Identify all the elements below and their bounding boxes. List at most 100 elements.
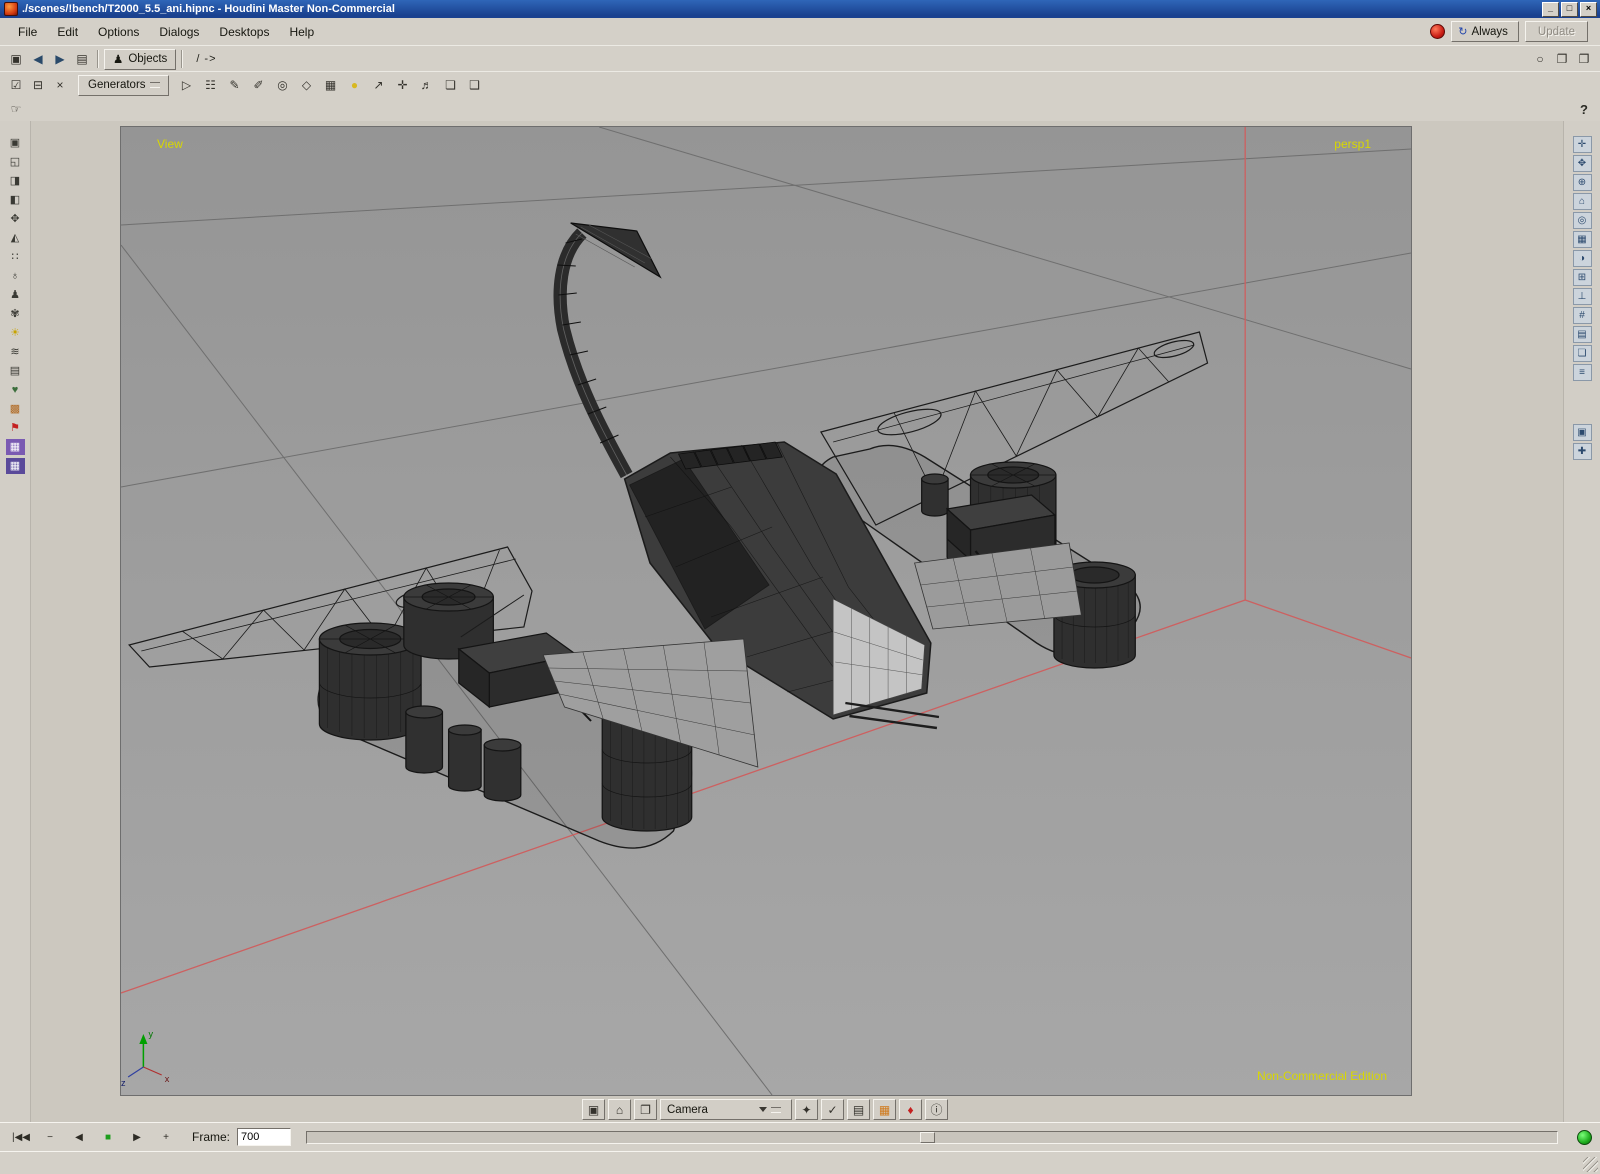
viewport-tool-icon[interactable]: ✛: [1572, 136, 1592, 153]
minimize-button[interactable]: _: [1542, 1, 1559, 17]
update-button[interactable]: Update: [1524, 21, 1588, 42]
left-tool-icon[interactable]: ♥: [6, 382, 25, 398]
viewport-tool-icon[interactable]: ▣: [1572, 424, 1592, 441]
tool-icon[interactable]: ✛: [393, 76, 413, 95]
left-tool-icon[interactable]: ♁: [6, 268, 25, 284]
tool-icon[interactable]: ▷: [177, 76, 197, 95]
timeline-slider[interactable]: [306, 1130, 1558, 1144]
camera-select[interactable]: Camera: [660, 1099, 792, 1120]
tool-icon[interactable]: ✐: [249, 76, 269, 95]
drag-handle[interactable]: [149, 82, 160, 88]
playback-button[interactable]: ▶: [124, 1128, 150, 1146]
maximize-button[interactable]: □: [1561, 1, 1578, 17]
tool-icon[interactable]: ▦: [321, 76, 341, 95]
left-tool-icon[interactable]: ✾: [6, 306, 25, 322]
tool-icon[interactable]: ♬: [417, 76, 437, 95]
display-option-icon[interactable]: ✓: [821, 1099, 844, 1120]
left-tool-icon[interactable]: ▦: [5, 438, 25, 455]
timeline-handle[interactable]: [919, 1131, 935, 1143]
window-titlebar[interactable]: ./scenes/!bench/T2000_5.5_ani.hipnc - Ho…: [0, 0, 1600, 18]
generators-dropdown[interactable]: Generators: [78, 74, 169, 96]
left-tool-icon[interactable]: ◧: [6, 192, 25, 208]
path-field[interactable]: / ->: [188, 53, 224, 65]
menu-item[interactable]: Desktops: [209, 22, 279, 42]
path-bar-icon[interactable]: ▣: [6, 50, 26, 69]
viewport-tool-icon[interactable]: ✥: [1572, 155, 1592, 172]
always-update-button[interactable]: ↻ Always: [1451, 21, 1519, 42]
viewport-tool-icon[interactable]: ❏: [1572, 345, 1592, 362]
viewport-tool-icon[interactable]: ⊞: [1572, 269, 1592, 286]
pane-control-icon[interactable]: ○: [1530, 50, 1550, 69]
close-button[interactable]: ×: [1580, 1, 1597, 17]
tool-icon[interactable]: ☷: [201, 76, 221, 95]
tool-icon[interactable]: ✎: [225, 76, 245, 95]
viewport-tool-icon[interactable]: ✚: [1572, 443, 1592, 460]
left-tool-icon[interactable]: ✥: [6, 211, 25, 227]
resize-grip[interactable]: [1583, 1157, 1598, 1172]
left-tool-icon[interactable]: ▣: [6, 135, 25, 151]
viewport-tool-icon[interactable]: ⌂: [1572, 193, 1592, 210]
viewport-canvas[interactable]: y x z: [121, 127, 1411, 1095]
menu-item[interactable]: File: [8, 22, 47, 42]
viewport-tool-icon[interactable]: ◎: [1572, 212, 1592, 229]
tool-icon[interactable]: ❑: [465, 76, 485, 95]
playback-button[interactable]: +: [153, 1128, 179, 1146]
axis-x-label: x: [165, 1074, 170, 1084]
tool-icon[interactable]: ●: [345, 76, 365, 95]
viewport-tool-icon[interactable]: ⊥: [1572, 288, 1592, 305]
left-tool-icon[interactable]: ☀: [6, 325, 25, 341]
left-tool-icon[interactable]: ≋: [6, 344, 25, 360]
playback-button[interactable]: ◀: [66, 1128, 92, 1146]
tool-icon[interactable]: ❏: [441, 76, 461, 95]
pane-control-icon[interactable]: ❐: [1574, 50, 1594, 69]
display-option-icon[interactable]: ✦: [795, 1099, 818, 1120]
display-option-icon[interactable]: ▤: [847, 1099, 870, 1120]
playback-button[interactable]: −: [37, 1128, 63, 1146]
left-tool-icon[interactable]: ⚑: [6, 420, 25, 436]
tool-icon[interactable]: ◇: [297, 76, 317, 95]
path-bar-icon[interactable]: ▤: [72, 50, 92, 69]
viewport-tool-icon[interactable]: #: [1572, 307, 1592, 324]
camera-bar-icon[interactable]: ⌂: [608, 1099, 631, 1120]
pan-hand-icon[interactable]: ☞: [6, 100, 26, 119]
viewport-tool-icon[interactable]: ▤: [1572, 326, 1592, 343]
left-tool-icon[interactable]: ▩: [6, 401, 25, 417]
menu-item[interactable]: Options: [88, 22, 149, 42]
viewport-tool-icon[interactable]: ⊕: [1572, 174, 1592, 191]
menu-item[interactable]: Dialogs: [149, 22, 209, 42]
viewport-tool-icon[interactable]: ▦: [1572, 231, 1592, 248]
camera-bar-icon[interactable]: ❐: [634, 1099, 657, 1120]
toolbar-mode-icon[interactable]: ×: [50, 76, 70, 95]
menu-item[interactable]: Help: [279, 22, 324, 42]
frame-input[interactable]: [237, 1128, 292, 1146]
playback-button[interactable]: |◀◀: [8, 1128, 34, 1146]
left-tool-icon[interactable]: ◭: [6, 230, 25, 246]
display-option-icon[interactable]: ▦: [873, 1099, 896, 1120]
viewport-tool-icon[interactable]: ◑: [1572, 250, 1592, 267]
app-icon: [4, 2, 18, 16]
left-tool-icon[interactable]: ▤: [6, 363, 25, 379]
left-tool-icon[interactable]: ▦: [5, 457, 25, 474]
left-tool-icon[interactable]: ♟: [6, 287, 25, 303]
display-option-icon[interactable]: ⓘ: [925, 1099, 948, 1120]
playback-button[interactable]: ■: [95, 1128, 121, 1146]
viewport-tool-icon[interactable]: ≡: [1572, 364, 1592, 381]
context-selector[interactable]: ♟ Objects: [104, 48, 177, 70]
display-option-icon[interactable]: ♦: [899, 1099, 922, 1120]
camera-bar-icon[interactable]: ▣: [582, 1099, 605, 1120]
left-tool-icon[interactable]: ◨: [6, 173, 25, 189]
left-tool-icon[interactable]: ◱: [6, 154, 25, 170]
toolbar-mode-icon[interactable]: ⊟: [28, 76, 48, 95]
toolbar-mode-icon[interactable]: ☑: [6, 76, 26, 95]
tool-icon[interactable]: ↗: [369, 76, 389, 95]
path-bar-icon[interactable]: ▶: [50, 50, 70, 69]
drag-handle[interactable]: [771, 1106, 781, 1113]
left-tool-icon[interactable]: ∷: [6, 249, 25, 265]
path-bar-icon[interactable]: ◀: [28, 50, 48, 69]
menu-item[interactable]: Edit: [47, 22, 88, 42]
tool-icon[interactable]: ◎: [273, 76, 293, 95]
render-indicator-icon[interactable]: [1430, 24, 1446, 39]
pane-control-icon[interactable]: ❐: [1552, 50, 1572, 69]
left-toolbar: ▣ ◱ ◨ ◧ ✥ ◭ ∷ ♁ ♟ ✾ ☀ ≋ ▤ ♥ ▩ ⚑ ▦ ▦: [0, 121, 31, 1125]
help-button[interactable]: ?: [1580, 102, 1594, 117]
